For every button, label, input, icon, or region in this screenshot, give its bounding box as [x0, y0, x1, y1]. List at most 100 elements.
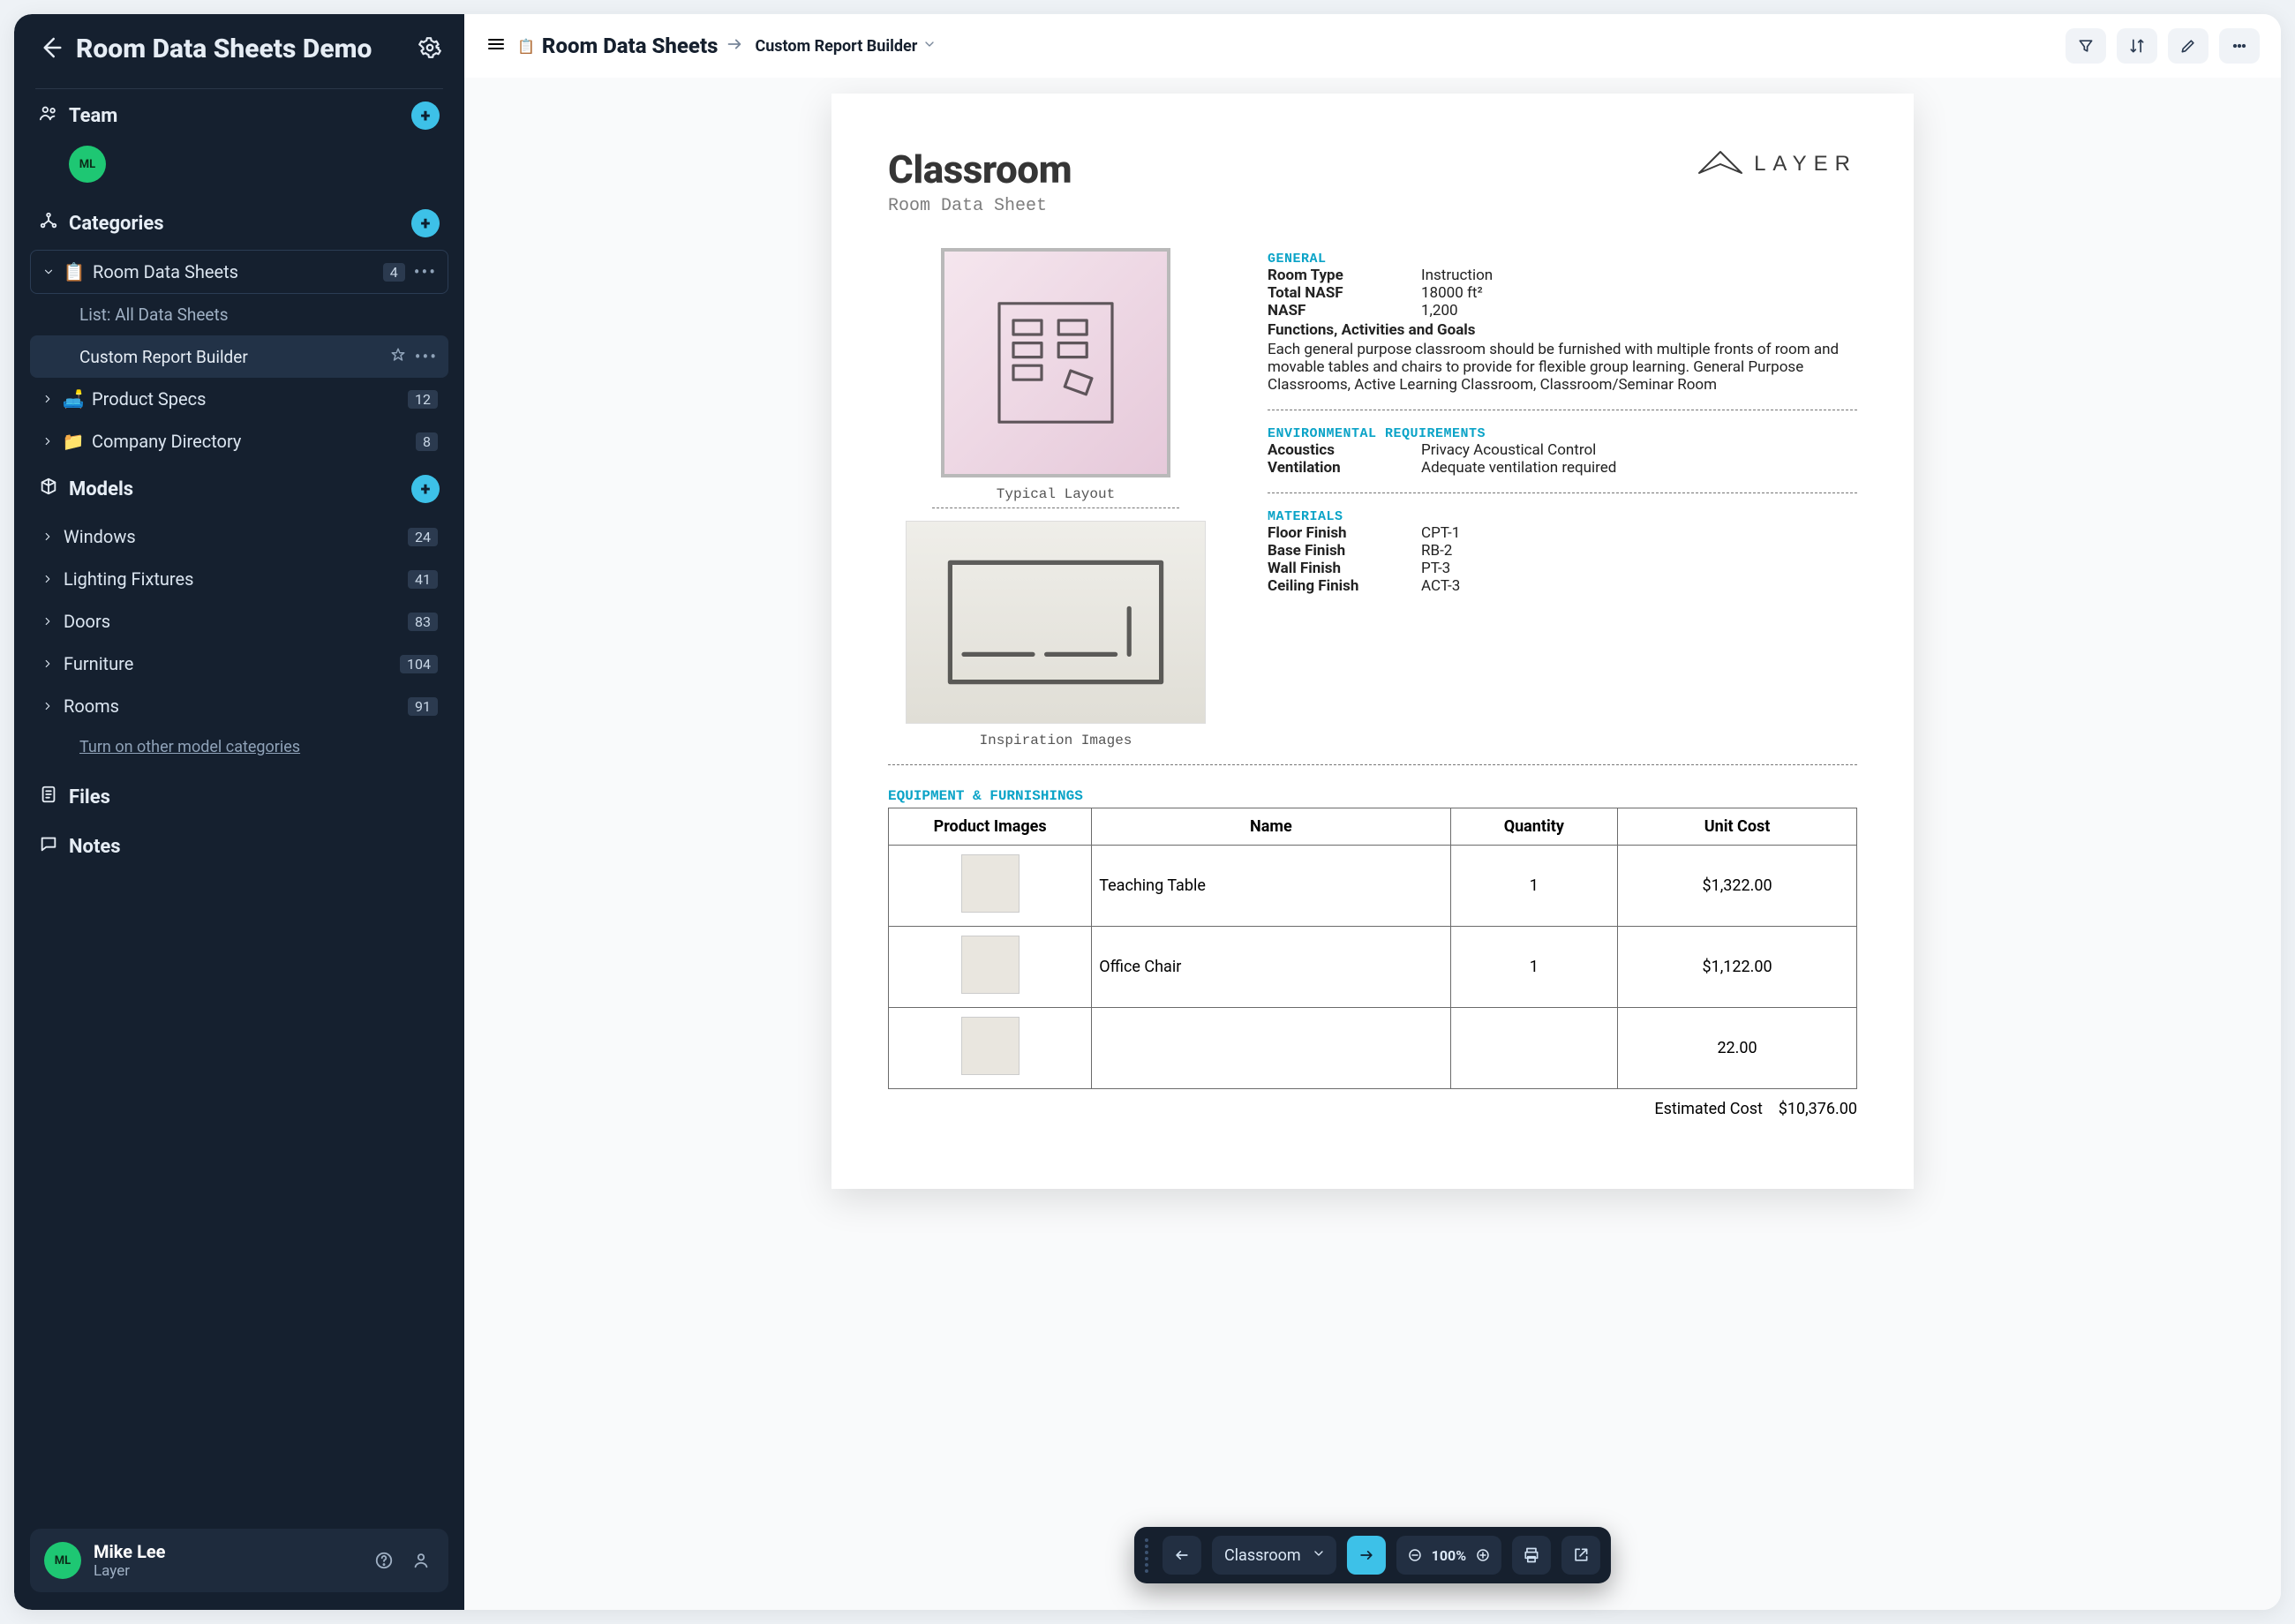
- gear-icon[interactable]: [418, 36, 441, 63]
- floating-toolbar: Classroom 100%: [1134, 1527, 1611, 1583]
- total-nasf-k: Total NASF: [1268, 284, 1409, 302]
- models-label: Models: [69, 478, 401, 500]
- help-icon[interactable]: [371, 1547, 397, 1574]
- product-thumb: [961, 1017, 1020, 1075]
- team-section-header[interactable]: Team +: [30, 89, 448, 142]
- breadcrumb-root[interactable]: Room Data Sheets: [542, 34, 719, 58]
- sidebar: Room Data Sheets Demo Team + ML: [14, 14, 464, 1610]
- model-count: 104: [400, 655, 438, 673]
- category-company-directory[interactable]: 📁 Company Directory 8: [30, 420, 448, 462]
- env-header: ENVIRONMENTAL REQUIREMENTS: [1268, 426, 1857, 441]
- zoom-in-button[interactable]: [1475, 1547, 1491, 1563]
- more-button[interactable]: [2219, 28, 2260, 64]
- chevron-down-icon: [41, 266, 56, 278]
- categories-label: Categories: [69, 213, 401, 235]
- star-icon[interactable]: [390, 347, 406, 367]
- turn-on-link[interactable]: Turn on other model categories: [30, 727, 448, 772]
- wall-k: Wall Finish: [1268, 560, 1409, 577]
- notes-section[interactable]: Notes: [14, 822, 464, 871]
- next-page-button[interactable]: [1347, 1536, 1386, 1575]
- model-lighting[interactable]: Lighting Fixtures 41: [30, 558, 448, 600]
- model-count: 24: [408, 528, 438, 546]
- nasf-v: 1,200: [1421, 302, 1458, 320]
- model-label: Lighting Fixtures: [64, 568, 399, 590]
- est-label: Estimated Cost: [1654, 1100, 1763, 1118]
- team-label: Team: [69, 105, 401, 127]
- team-icon: [39, 103, 58, 128]
- category-count: 12: [408, 390, 438, 409]
- category-product-specs[interactable]: 🛋️ Product Specs 12: [30, 378, 448, 420]
- breadcrumb-current[interactable]: Custom Report Builder: [755, 37, 937, 56]
- table-row: 22.00: [889, 1008, 1857, 1089]
- menu-icon[interactable]: [485, 34, 507, 58]
- add-category-button[interactable]: +: [411, 209, 440, 237]
- table-row: Teaching Table 1 $1,322.00: [889, 846, 1857, 927]
- product-thumb: [961, 936, 1020, 994]
- filter-button[interactable]: [2066, 28, 2106, 64]
- folder-icon: 📁: [64, 431, 83, 452]
- category-label: Company Directory: [92, 431, 407, 452]
- wall-v: PT-3: [1421, 560, 1450, 577]
- product-thumb: [961, 854, 1020, 913]
- row-cost: $1,122.00: [1618, 927, 1857, 1008]
- chevron-right-icon: [41, 573, 55, 585]
- th-name: Name: [1092, 808, 1450, 846]
- sort-button[interactable]: [2117, 28, 2157, 64]
- caption-layout: Typical Layout: [997, 486, 1115, 502]
- arrow-right-icon: [725, 34, 744, 57]
- models-section-header[interactable]: Models +: [30, 462, 448, 515]
- files-icon: [39, 785, 58, 809]
- clipboard-icon: 📋: [64, 261, 84, 282]
- model-label: Doors: [64, 611, 399, 632]
- team-member-avatar[interactable]: ML: [69, 146, 106, 183]
- sub-menu-icon[interactable]: •••: [415, 346, 438, 367]
- user-org: Layer: [94, 1562, 358, 1580]
- category-room-data-sheets[interactable]: 📋 Room Data Sheets 4 •••: [30, 250, 448, 294]
- files-section[interactable]: Files: [14, 772, 464, 822]
- add-team-button[interactable]: +: [411, 102, 440, 130]
- ceil-v: ACT-3: [1421, 577, 1460, 595]
- row-cost: 22.00: [1618, 1008, 1857, 1089]
- chevron-down-icon: [1312, 1546, 1326, 1565]
- chevron-down-icon: [922, 37, 937, 56]
- page-select[interactable]: Classroom: [1212, 1536, 1336, 1575]
- caption-inspire: Inspiration Images: [980, 733, 1132, 748]
- back-icon[interactable]: [37, 34, 64, 64]
- category-menu-icon[interactable]: •••: [414, 261, 437, 282]
- profile-icon[interactable]: [408, 1547, 434, 1574]
- model-rooms[interactable]: Rooms 91: [30, 685, 448, 727]
- categories-icon: [39, 211, 58, 236]
- row-cost: $1,322.00: [1618, 846, 1857, 927]
- user-footer: ML Mike Lee Layer: [30, 1529, 448, 1592]
- add-model-button[interactable]: +: [411, 475, 440, 503]
- base-k: Base Finish: [1268, 542, 1409, 560]
- prev-page-button[interactable]: [1163, 1536, 1201, 1575]
- user-name: Mike Lee: [94, 1541, 358, 1562]
- est-value: $10,376.00: [1779, 1100, 1857, 1118]
- zoom-control: 100%: [1396, 1536, 1501, 1575]
- chevron-right-icon: [41, 435, 55, 447]
- row-name: [1092, 1008, 1450, 1089]
- room-type-k: Room Type: [1268, 267, 1409, 284]
- zoom-out-button[interactable]: [1407, 1547, 1423, 1563]
- sub-all-data-sheets[interactable]: List: All Data Sheets: [30, 294, 448, 335]
- sub-custom-report-builder[interactable]: Custom Report Builder •••: [30, 335, 448, 378]
- model-count: 83: [408, 613, 438, 631]
- print-button[interactable]: [1512, 1536, 1551, 1575]
- notes-icon: [39, 834, 58, 859]
- model-furniture[interactable]: Furniture 104: [30, 643, 448, 685]
- model-windows[interactable]: Windows 24: [30, 515, 448, 558]
- functions-header: Functions, Activities and Goals: [1268, 321, 1857, 339]
- row-qty: [1450, 1008, 1618, 1089]
- model-doors[interactable]: Doors 83: [30, 600, 448, 643]
- categories-section-header[interactable]: Categories +: [30, 197, 448, 250]
- product-icon: 🛋️: [64, 388, 83, 410]
- row-qty: 1: [1450, 927, 1618, 1008]
- row-qty: 1: [1450, 846, 1618, 927]
- model-label: Rooms: [64, 695, 399, 717]
- open-external-button[interactable]: [1561, 1536, 1600, 1575]
- user-avatar[interactable]: ML: [44, 1542, 81, 1579]
- edit-button[interactable]: [2168, 28, 2208, 64]
- report-subtitle: Room Data Sheet: [888, 196, 1072, 216]
- drag-handle-icon[interactable]: [1145, 1538, 1152, 1573]
